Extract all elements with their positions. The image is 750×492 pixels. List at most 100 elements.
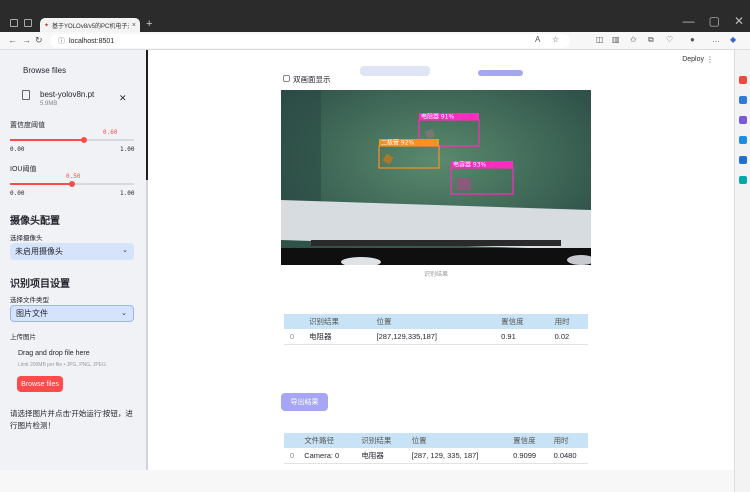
more-menu-icon[interactable]: …: [712, 35, 720, 44]
info-icon[interactable]: ⓘ: [58, 36, 65, 46]
browser-essentials-icon[interactable]: ♡: [666, 35, 673, 44]
file-icon: [22, 90, 30, 100]
url-text: localhost:8501: [69, 37, 115, 45]
tab-title: 基于YOLOv8/v5的PC机电子元件: [52, 23, 129, 30]
confidence-min: 0.00: [10, 146, 25, 153]
sidebar-icon[interactable]: ▥: [612, 35, 620, 44]
dual-display-checkbox[interactable]: [283, 75, 290, 82]
bottom-bar: [0, 470, 734, 492]
table-cell: 电阻器: [303, 329, 371, 345]
deploy-button[interactable]: Deploy: [682, 56, 704, 63]
games-icon[interactable]: [739, 116, 747, 124]
column-header[interactable]: 位置: [405, 433, 508, 448]
chevron-down-icon: ⌄: [122, 247, 128, 254]
minimize-icon[interactable]: —: [683, 14, 695, 28]
table-cell: [287,129,335,187]: [370, 329, 496, 345]
detection-hint: 请选择图片并点击'开始运行'按钮，进行图片检测！: [10, 409, 133, 430]
iou-min: 0.00: [10, 190, 25, 197]
office-icon[interactable]: [739, 156, 747, 164]
iou-value: 0.50: [66, 173, 81, 180]
column-header[interactable]: [284, 433, 299, 448]
remove-file-icon[interactable]: ✕: [119, 93, 127, 104]
history-table-header: 文件路径 识别结果 位置 置信度 用时: [284, 433, 588, 448]
table-cell: Camera: 0: [298, 448, 356, 464]
capacitor-object: [457, 178, 471, 190]
image-caption: 识别结果: [423, 272, 448, 278]
split-screen-icon[interactable]: ◫: [596, 35, 604, 44]
browser-side-panel: [734, 50, 750, 492]
refresh-icon[interactable]: ↻: [35, 35, 43, 46]
results-table: 识别结果 位置 置信度 用时 0 电阻器 [287,129,335,187] 0.91 0.0…: [284, 314, 588, 345]
close-tab-icon[interactable]: ×: [132, 22, 136, 29]
iou-slider-thumb[interactable]: [69, 181, 75, 187]
profile-avatar[interactable]: ●: [690, 35, 695, 44]
uploaded-file-name: best-yolov8n.pt: [40, 90, 95, 99]
detection-image-svg: 电阻器 91% 二极管 92% 电容器 93%: [281, 90, 591, 265]
detection-label: 电阻器 91%: [421, 113, 455, 121]
copilot-icon[interactable]: ◆: [730, 35, 736, 44]
main-menu-icon[interactable]: ⋮: [706, 55, 714, 64]
detection-image: 电阻器 91% 二极管 92% 电容器 93%: [281, 90, 591, 265]
browse-files-link[interactable]: Browse files: [23, 66, 66, 75]
browser-titlebar: ✦ 基于YOLOv8/v5的PC机电子元件 × + — ▢ ✕: [0, 0, 750, 32]
column-header[interactable]: 文件路径: [298, 433, 356, 448]
back-icon[interactable]: ←: [8, 35, 17, 45]
filetype-select-label: 选择文件类型: [10, 297, 49, 304]
settings-icon[interactable]: [739, 458, 747, 466]
table-cell: 0.91: [495, 329, 549, 345]
results-row: 0 电阻器 [287,129,335,187] 0.91 0.02: [284, 329, 588, 345]
address-toolbar: ← → ↻ ⓘ localhost:8501 A ☆ ◫ ▥ ✩ ⧉ ♡ ● ……: [0, 32, 750, 50]
favorites-icon[interactable]: ✩: [630, 35, 637, 44]
start-button-partial[interactable]: [360, 66, 430, 76]
confidence-slider-thumb[interactable]: [81, 137, 88, 143]
tab-actions-icon[interactable]: [24, 19, 32, 27]
table-cell: 0.0480: [547, 448, 588, 464]
column-header[interactable]: 置信度: [495, 314, 549, 329]
column-header[interactable]: 用时: [547, 433, 588, 448]
shopping-icon[interactable]: [739, 76, 747, 84]
collections-icon[interactable]: ⧉: [648, 35, 654, 45]
new-tab-icon[interactable]: +: [146, 18, 152, 30]
panel-toggle-icon[interactable]: [739, 438, 747, 446]
confidence-label: 置信度阈值: [10, 122, 45, 129]
close-window-icon[interactable]: ✕: [734, 14, 744, 28]
column-header[interactable]: 置信度: [507, 433, 548, 448]
upload-label: 上传图片: [10, 334, 36, 341]
column-header[interactable]: 位置: [370, 314, 496, 329]
confidence-slider-fill: [10, 139, 85, 141]
search-icon[interactable]: [739, 56, 747, 64]
column-header[interactable]: 用时: [548, 314, 588, 329]
tools-icon[interactable]: [739, 96, 747, 104]
browser-tab[interactable]: ✦ 基于YOLOv8/v5的PC机电子元件 ×: [40, 18, 140, 32]
browse-files-button[interactable]: Browse files: [17, 376, 63, 392]
column-header[interactable]: [284, 314, 304, 329]
tab-favicon-icon: ✦: [44, 22, 50, 29]
stop-button-partial[interactable]: [478, 70, 523, 76]
detection-label: 电容器 93%: [453, 161, 487, 169]
workspace-icon[interactable]: [10, 19, 18, 27]
column-header[interactable]: 识别结果: [355, 433, 406, 448]
export-results-button[interactable]: 导出结果: [281, 393, 328, 411]
outlook-icon[interactable]: [739, 136, 747, 144]
table-cell: [287, 129, 335, 187]: [405, 448, 508, 464]
column-header[interactable]: 识别结果: [303, 314, 371, 329]
drop-zone-title[interactable]: Drag and drop file here: [18, 350, 90, 357]
results-table-header: 识别结果 位置 置信度 用时: [284, 314, 588, 329]
history-row: 0 Camera: 0 电阻器 [287, 129, 335, 187] 0.9099 0…: [284, 448, 588, 464]
forward-icon[interactable]: →: [22, 35, 31, 45]
drop-zone-limit: Limit 200MB per file • JPG, PNG, JPEG: [18, 362, 106, 368]
camera-select[interactable]: 未启用摄像头 ⌄: [10, 243, 134, 260]
table-cell: 0.9099: [507, 448, 548, 464]
drop-icon[interactable]: [739, 176, 747, 184]
favorite-icon[interactable]: ☆: [552, 35, 559, 44]
detection-label: 二极管 92%: [381, 139, 415, 147]
filetype-select-value: 图片文件: [16, 309, 48, 318]
iou-max: 1.00: [120, 190, 135, 197]
maximize-icon[interactable]: ▢: [709, 14, 720, 28]
dual-display-label: 双画面显示: [293, 75, 331, 84]
row-index: 0: [284, 329, 304, 345]
add-app-icon[interactable]: [739, 196, 747, 204]
url-bar[interactable]: ⓘ localhost:8501: [50, 34, 570, 48]
read-aloud-icon[interactable]: A: [535, 35, 540, 44]
filetype-select[interactable]: 图片文件 ⌄: [10, 305, 134, 322]
